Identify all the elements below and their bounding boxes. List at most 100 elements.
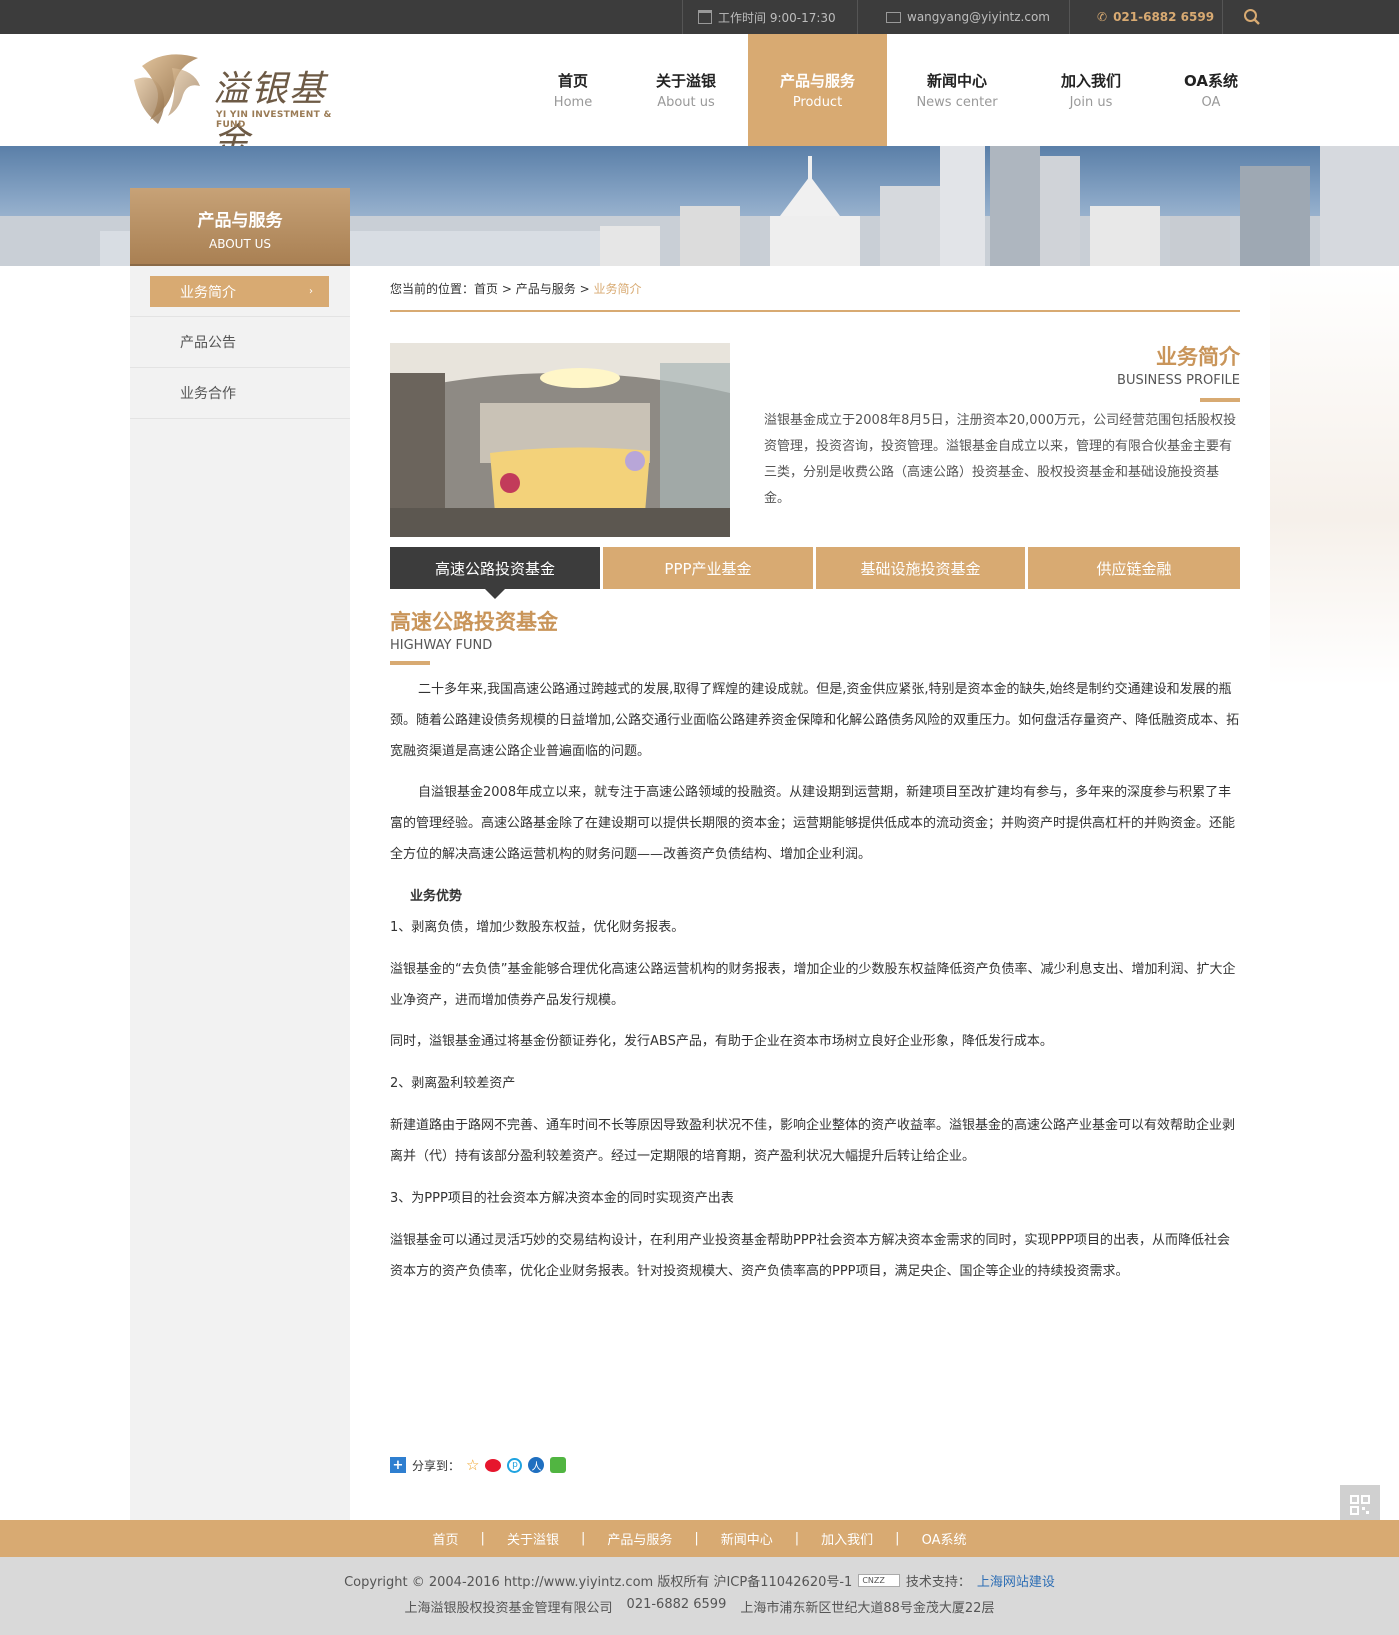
nav-label-en[interactable]: About us [657, 95, 715, 110]
footer-line-2: 上海溢银股权投资基金管理有限公司 021-6882 6599 上海市浦东新区世纪… [0, 1597, 1399, 1616]
breadcrumb-section[interactable]: 产品与服务 [516, 282, 576, 296]
sidebar-item-label[interactable]: 产品公告 [180, 332, 236, 352]
tab-ppp-fund[interactable]: PPP产业基金 [603, 547, 813, 589]
breadcrumb-prefix: 您当前的位置： [390, 282, 475, 296]
footer: Copyright © 2004-2016 http://www.yiyintz… [0, 1557, 1399, 1635]
divider [390, 310, 1240, 312]
tab-label[interactable]: 基础设施投资基金 [860, 558, 980, 579]
logo-emblem-icon[interactable] [128, 46, 204, 128]
footer-link-news[interactable]: 新闻中心 [721, 1529, 773, 1548]
nav-label-en[interactable]: Join us [1070, 95, 1113, 110]
intro-heading: 业务简介 BUSINESS PROFILE [1020, 341, 1240, 402]
tab-infrastructure-fund[interactable]: 基础设施投资基金 [816, 547, 1025, 589]
phone: ✆ 021-6882 6599 [1097, 0, 1214, 34]
content-heading: 高速公路投资基金 HIGHWAY FUND [390, 606, 558, 665]
footer-link-product[interactable]: 产品与服务 [607, 1529, 672, 1548]
logo[interactable]: 溢银基金 YI YIN INVESTMENT & FUND [128, 46, 358, 162]
nav-about[interactable]: 关于溢银 About us [640, 34, 732, 146]
nav-label-en[interactable]: OA [1202, 95, 1221, 110]
content-paragraph: 新建道路由于路网不完善、通车时间不长等原因导致盈利状况不佳，影响企业整体的资产收… [390, 1118, 1236, 1164]
content-paragraph: 自溢银基金2008年成立以来，就专注于高速公路领域的投融资。从建设期到运营期，新… [390, 785, 1236, 862]
accent-bar [390, 661, 430, 665]
sidebar-item-label[interactable]: 业务简介 [180, 282, 236, 302]
divider [857, 0, 858, 34]
intro-title-cn: 业务简介 [1156, 345, 1240, 369]
tab-active-pointer [485, 589, 505, 599]
email-text[interactable]: wangyang@yiyintz.com [907, 10, 1050, 24]
wechat-icon[interactable] [550, 1457, 567, 1473]
footer-link-oa[interactable]: OA系统 [922, 1529, 967, 1548]
breadcrumb-home[interactable]: 首页 [474, 282, 498, 296]
nav-home[interactable]: 首页 Home [530, 34, 616, 146]
footer-sep: | [580, 1531, 586, 1546]
nav-label-cn[interactable]: OA系统 [1184, 70, 1238, 91]
email[interactable]: wangyang@yiyintz.com [886, 0, 1050, 34]
content-paragraph: 溢银基金可以通过灵活巧妙的交易结构设计，在利用产业投资基金帮助PPP社会资本方解… [390, 1233, 1231, 1279]
content-paragraph: 二十多年来,我国高速公路通过跨越式的发展,取得了辉煌的建设成就。但是,资金供应紧… [390, 682, 1240, 759]
share-label: 分享到： [412, 1458, 461, 1473]
nav-label-en[interactable]: Product [793, 95, 842, 110]
footer-sep: | [694, 1531, 699, 1546]
sidebar-item-product-notice[interactable]: 产品公告 [130, 317, 350, 368]
tab-highway-fund[interactable]: 高速公路投资基金 [390, 547, 600, 589]
work-hours: 工作时间 9:00-17:30 [698, 0, 836, 34]
divider [1069, 0, 1070, 34]
office-reception-photo [390, 343, 730, 537]
nav-label-en[interactable]: Home [554, 95, 592, 110]
nav-news[interactable]: 新闻中心 News center [906, 34, 1008, 146]
footer-link-join[interactable]: 加入我们 [821, 1529, 873, 1548]
work-hours-text: 工作时间 9:00-17:30 [718, 10, 836, 25]
sidebar-item-business-profile[interactable]: 业务简介 › [130, 266, 350, 317]
breadcrumb: 您当前的位置：首页 > 产品与服务 > 业务简介 [390, 280, 642, 297]
nav-label-cn[interactable]: 关于溢银 [656, 70, 716, 91]
company-name: 上海溢银股权投资基金管理有限公司 [404, 1601, 613, 1616]
sidebar-item-label[interactable]: 业务合作 [180, 383, 236, 403]
nav-oa[interactable]: OA系统 OA [1170, 34, 1252, 146]
content-title-en: HIGHWAY FUND [390, 638, 493, 653]
copyright-text: Copyright © 2004-2016 http://www.yiyintz… [344, 1575, 853, 1590]
advantage-point: 3、为PPP项目的社会资本方解决资本金的同时实现资产出表 [390, 1191, 734, 1206]
sidebar-title: 产品与服务 ABOUT US [130, 188, 350, 266]
nav-label-cn[interactable]: 产品与服务 [780, 70, 855, 91]
qrcode-icon[interactable] [1350, 1495, 1370, 1515]
header: 溢银基金 YI YIN INVESTMENT & FUND 首页 Home 关于… [0, 34, 1399, 162]
sidebar-title-cn: 产品与服务 [197, 211, 283, 231]
advantage-point: 2、剥离盈利较差资产 [390, 1076, 516, 1091]
tech-support-link[interactable]: 上海网站建设 [977, 1571, 1055, 1590]
nav-label-cn[interactable]: 新闻中心 [927, 70, 987, 91]
sidebar-item-active-box[interactable]: 业务简介 › [150, 276, 329, 307]
footer-line-1: Copyright © 2004-2016 http://www.yiyintz… [0, 1571, 1399, 1590]
phone-icon: ✆ [1097, 10, 1108, 24]
tech-support-label: 技术支持： [905, 1575, 971, 1590]
nav-product[interactable]: 产品与服务 Product [748, 34, 887, 146]
phone-text: 021-6882 6599 [1113, 10, 1215, 24]
sidebar-item-cooperation[interactable]: 业务合作 [130, 368, 350, 419]
search-button[interactable] [1241, 0, 1263, 34]
breadcrumb-current: 业务简介 [593, 282, 642, 296]
nav-label-cn[interactable]: 加入我们 [1061, 70, 1121, 91]
renren-icon[interactable]: 人 [528, 1457, 545, 1473]
cnzz-badge[interactable]: CNZZ [858, 1574, 900, 1587]
tab-label[interactable]: PPP产业基金 [664, 558, 751, 579]
nav-label-en[interactable]: News center [916, 95, 997, 110]
pengyou-icon[interactable]: p [507, 1457, 523, 1473]
breadcrumb-sep: > [579, 282, 590, 296]
search-icon[interactable] [1243, 8, 1261, 26]
tab-label[interactable]: 高速公路投资基金 [435, 558, 555, 579]
qzone-star-icon[interactable]: ☆ [466, 1456, 479, 1474]
intro-text: 溢银基金成立于2008年8月5日，注册资本20,000万元，公司经营范围包括股权… [764, 413, 1237, 506]
sidebar-title-en: ABOUT US [208, 237, 271, 251]
qrcode-button[interactable] [1340, 1485, 1380, 1525]
footer-phone: 021-6882 6599 [626, 1597, 727, 1612]
weibo-icon[interactable] [485, 1458, 502, 1472]
intro-title-en: BUSINESS PROFILE [1117, 373, 1240, 388]
divider [1222, 0, 1223, 34]
share-plus-icon[interactable]: + [390, 1457, 406, 1473]
nav-join[interactable]: 加入我们 Join us [1046, 34, 1136, 146]
footer-link-home[interactable]: 首页 [433, 1529, 459, 1548]
tab-label[interactable]: 供应链金融 [1096, 558, 1171, 579]
footer-link-about[interactable]: 关于溢银 [507, 1529, 559, 1548]
nav-label-cn[interactable]: 首页 [558, 70, 588, 91]
tab-supply-chain[interactable]: 供应链金融 [1028, 547, 1240, 589]
side-watermark [1270, 266, 1399, 686]
